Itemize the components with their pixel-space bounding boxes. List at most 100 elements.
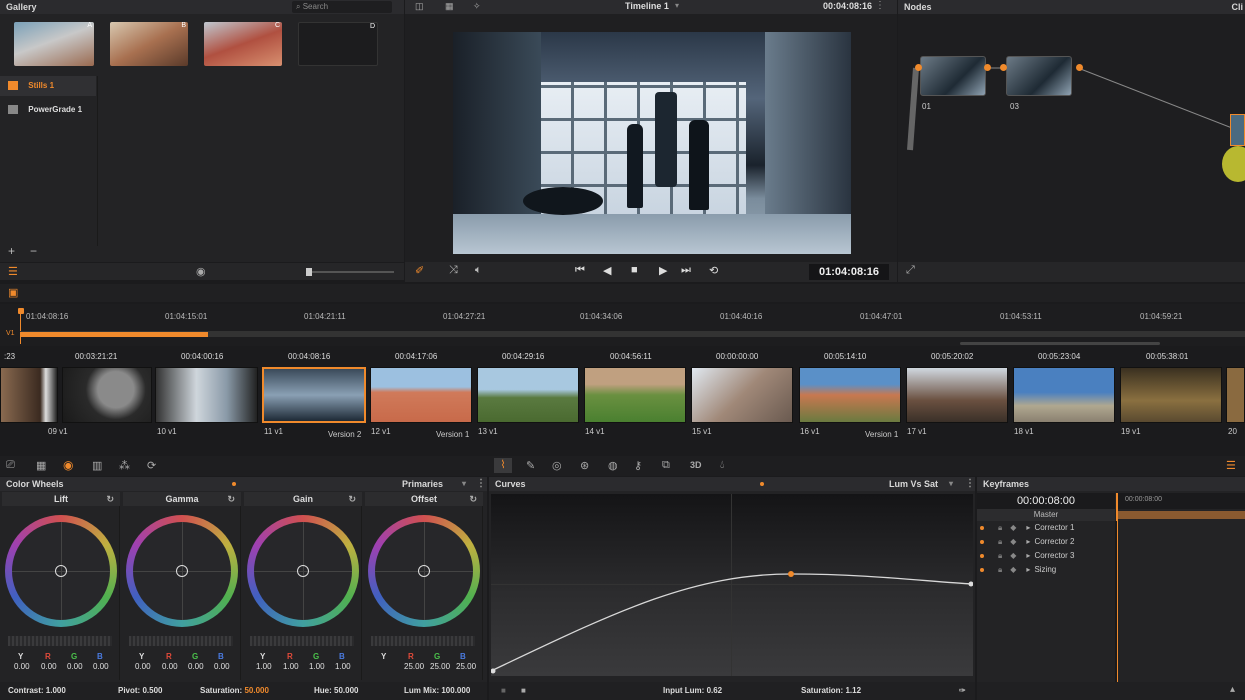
- wheels-mode-select[interactable]: Primaries: [402, 477, 443, 491]
- keyframe-row-corrector-2[interactable]: 🔒︎ ◆ ▸ Corrector 2: [980, 535, 1074, 549]
- clip-thumbnail[interactable]: [799, 367, 901, 423]
- keyframe-row-corrector-1[interactable]: 🔒︎ ◆ ▸ Corrector 1: [980, 521, 1074, 535]
- mode-dropdown-icon[interactable]: ▾: [462, 477, 466, 491]
- curve-saturation-value[interactable]: 1.12: [845, 686, 861, 695]
- gallery-still[interactable]: C: [204, 22, 282, 66]
- curve-line[interactable]: [491, 494, 973, 676]
- expand-icon[interactable]: ▸: [1026, 523, 1030, 532]
- go-to-start-button[interactable]: ⏮︎: [575, 264, 585, 277]
- reset-icon[interactable]: ↻: [106, 492, 114, 506]
- g-value[interactable]: 1.00: [309, 662, 325, 671]
- output-node[interactable]: [1230, 114, 1245, 146]
- clip-thumbnail-selected[interactable]: [262, 367, 366, 423]
- input-lum-value[interactable]: 0.62: [707, 686, 723, 695]
- blur-icon[interactable]: ◍: [608, 459, 618, 472]
- keyframe-row-sizing[interactable]: 🔒︎ ◆ ▸ Sizing: [980, 563, 1056, 577]
- diamond-icon[interactable]: ◆: [1010, 551, 1016, 560]
- pointer-tool-icon[interactable]: ✐: [415, 264, 424, 277]
- volume-icon[interactable]: 🔈︎: [475, 264, 482, 277]
- y-value[interactable]: 0.00: [135, 662, 151, 671]
- layout-icon[interactable]: ◫: [415, 1, 424, 12]
- pivot-value[interactable]: 0.500: [142, 686, 162, 695]
- 3d-tab[interactable]: 3D: [690, 460, 702, 470]
- clip-thumbnail[interactable]: [155, 367, 258, 423]
- b-value[interactable]: 0.00: [214, 662, 230, 671]
- diamond-icon[interactable]: ◆: [1010, 565, 1016, 574]
- expand-icon[interactable]: ▸: [1026, 551, 1030, 560]
- wheel-center-handle[interactable]: [418, 565, 430, 577]
- curves-menu-icon[interactable]: ⋮: [965, 477, 975, 491]
- window-icon[interactable]: ◎: [552, 459, 562, 472]
- clip-thumbnail[interactable]: [370, 367, 472, 423]
- stop-button[interactable]: ■: [631, 264, 638, 276]
- wheel-center-handle[interactable]: [55, 565, 67, 577]
- palette-menu-icon[interactable]: ☰: [1226, 459, 1236, 472]
- motion-icon[interactable]: ⁂: [119, 459, 130, 472]
- clip-thumbnail[interactable]: [1013, 367, 1115, 423]
- gallery-search[interactable]: ⌕ Search: [292, 1, 392, 13]
- lum-mix-value[interactable]: 100.000: [441, 686, 470, 695]
- b-value[interactable]: 0.00: [93, 662, 109, 671]
- list-view-icon[interactable]: ☰: [8, 265, 18, 278]
- wand-icon[interactable]: ✧: [473, 1, 481, 12]
- clip-thumbnail[interactable]: [691, 367, 793, 423]
- master-wheel-slider[interactable]: [8, 636, 112, 646]
- master-wheel-slider[interactable]: [250, 636, 354, 646]
- playhead[interactable]: [18, 308, 24, 314]
- node-03[interactable]: [1006, 56, 1072, 96]
- eye-icon[interactable]: ◉: [196, 265, 206, 278]
- keyframe-enable-dot[interactable]: [980, 525, 984, 530]
- master-wheel-slider[interactable]: [129, 636, 233, 646]
- keyframe-row-corrector-3[interactable]: 🔒︎ ◆ ▸ Corrector 3: [980, 549, 1074, 563]
- keyframe-enable-dot[interactable]: [980, 553, 984, 558]
- gallery-still[interactable]: A: [14, 22, 94, 66]
- diamond-icon[interactable]: ◆: [1010, 537, 1016, 546]
- color-wheels-icon[interactable]: ◉: [63, 458, 73, 472]
- expand-icon[interactable]: ▸: [1026, 565, 1030, 574]
- lock-icon[interactable]: 🔒︎: [998, 551, 1002, 560]
- clip-thumbnail[interactable]: [477, 367, 579, 423]
- diamond-icon[interactable]: ◆: [1010, 523, 1016, 532]
- shuffle-icon[interactable]: ⤨: [449, 264, 458, 277]
- g-value[interactable]: 0.00: [188, 662, 204, 671]
- node-input-dot[interactable]: [915, 64, 922, 71]
- tracker-icon[interactable]: ⊛: [580, 459, 589, 472]
- curves-square-icon[interactable]: ■: [501, 682, 506, 700]
- key-icon[interactable]: ⚷: [634, 459, 642, 472]
- remove-album-button[interactable]: −: [30, 244, 37, 258]
- reset-icon[interactable]: ↻: [469, 492, 477, 506]
- b-value[interactable]: 25.00: [456, 662, 476, 671]
- color-match-icon[interactable]: ▦: [36, 459, 46, 472]
- contrast-value[interactable]: 1.000: [46, 686, 66, 695]
- node-01[interactable]: [920, 56, 986, 96]
- lock-icon[interactable]: 🔒︎: [998, 523, 1002, 532]
- refresh-icon[interactable]: ⟳: [147, 459, 156, 472]
- go-to-end-button[interactable]: ⏭︎: [681, 264, 691, 277]
- add-album-button[interactable]: +: [8, 244, 15, 258]
- rgb-mixer-icon[interactable]: ▥: [92, 459, 102, 472]
- timeline-ruler[interactable]: 01:04:08:16 01:04:15:01 01:04:21:11 01:0…: [0, 304, 1245, 346]
- reset-icon[interactable]: ↻: [227, 492, 235, 506]
- camera-raw-icon[interactable]: ⎚: [6, 459, 15, 472]
- qualifier-icon[interactable]: ✎: [526, 459, 535, 472]
- gallery-still[interactable]: B: [110, 22, 188, 66]
- keyframe-enable-dot[interactable]: [980, 567, 984, 572]
- clip-thumbnail[interactable]: [1120, 367, 1222, 423]
- curves-icon[interactable]: ⌇: [494, 458, 512, 473]
- album-item-powergrade[interactable]: PowerGrade 1: [0, 100, 96, 120]
- node-output-dot[interactable]: [1076, 64, 1083, 71]
- g-value[interactable]: 25.00: [430, 662, 450, 671]
- lock-icon[interactable]: 🔒︎: [998, 537, 1002, 546]
- b-value[interactable]: 1.00: [335, 662, 351, 671]
- curve-graph[interactable]: [491, 494, 973, 676]
- lock-icon[interactable]: 🔒︎: [998, 565, 1002, 574]
- r-value[interactable]: 25.00: [404, 662, 424, 671]
- expand-icon[interactable]: ▸: [1026, 537, 1030, 546]
- y-value[interactable]: 1.00: [256, 662, 272, 671]
- eyedropper-icon[interactable]: ✑: [959, 682, 966, 700]
- timeline-name[interactable]: Timeline 1: [625, 1, 669, 11]
- timeline-scrollbar[interactable]: [960, 342, 1160, 345]
- y-value[interactable]: 0.00: [14, 662, 30, 671]
- keyframe-enable-dot[interactable]: [980, 539, 984, 544]
- album-item-stills[interactable]: Stills 1: [0, 76, 96, 96]
